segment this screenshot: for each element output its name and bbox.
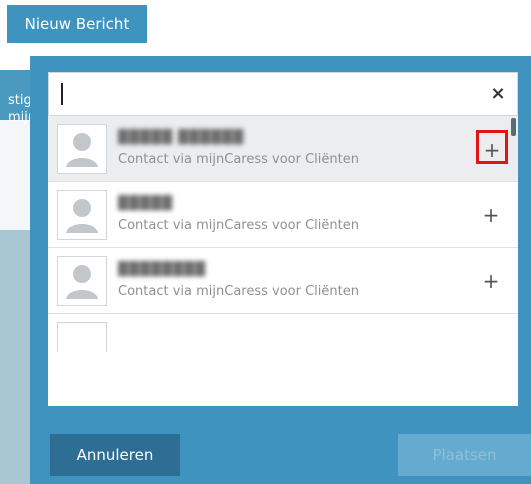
scrollbar[interactable] [511, 118, 516, 136]
contact-name: █████ [118, 196, 173, 211]
list-item[interactable]: ████████ Contact via mijnCaress voor Cli… [48, 248, 518, 314]
background-text-line: mijr [8, 110, 30, 125]
contact-subtitle: Contact via mijnCaress voor Cliënten [118, 284, 359, 299]
text-caret [61, 83, 63, 105]
post-button[interactable]: Plaatsen [398, 434, 531, 476]
background-text-line: stig [8, 93, 30, 108]
recipient-results-list[interactable]: █████ ██████ Contact via mijnCaress voor… [48, 116, 518, 406]
list-item[interactable]: █████ Contact via mijnCaress voor Cliënt… [48, 182, 518, 248]
background-text: stig mijr [8, 92, 30, 126]
close-icon[interactable]: × [485, 81, 511, 107]
contact-name: █████ ██████ [118, 130, 245, 145]
user-icon [58, 191, 106, 239]
user-icon [58, 125, 106, 173]
recipient-search-input[interactable]: × [48, 72, 518, 116]
list-item[interactable]: █████ ██████ Contact via mijnCaress voor… [48, 116, 518, 182]
avatar [57, 190, 107, 240]
add-recipient-button[interactable]: + [478, 202, 504, 228]
user-icon [58, 257, 106, 305]
avatar [57, 322, 107, 352]
add-recipient-button[interactable]: + [476, 130, 508, 164]
contact-subtitle: Contact via mijnCaress voor Cliënten [118, 218, 359, 233]
cancel-button[interactable]: Annuleren [50, 434, 180, 476]
avatar [57, 124, 107, 174]
contact-subtitle: Contact via mijnCaress voor Cliënten [118, 152, 359, 167]
background-panel-light [0, 120, 30, 230]
new-message-tab[interactable]: Nieuw Bericht [7, 5, 147, 43]
list-item[interactable] [48, 314, 518, 352]
background-panel-muted [0, 230, 30, 484]
contact-name: ████████ [118, 262, 206, 277]
avatar [57, 256, 107, 306]
add-recipient-button[interactable]: + [478, 268, 504, 294]
